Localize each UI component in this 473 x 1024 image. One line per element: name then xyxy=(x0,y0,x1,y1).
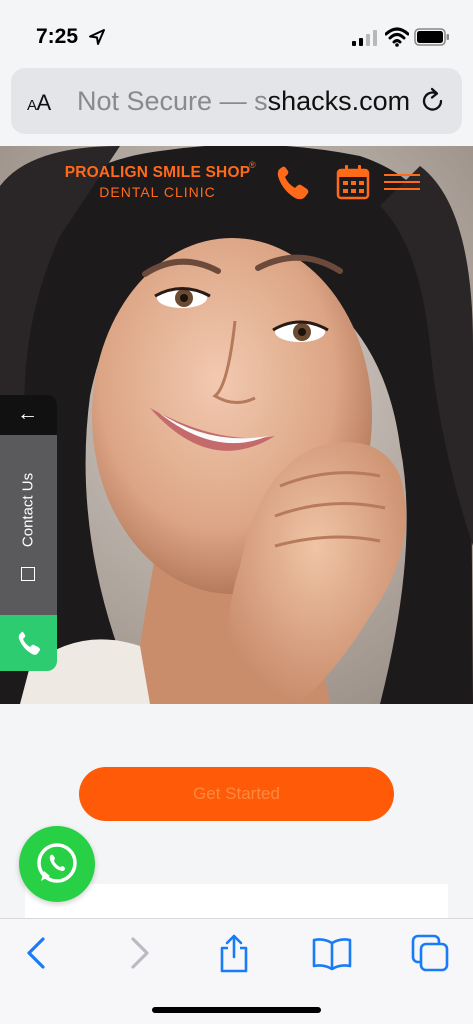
tabs-icon[interactable] xyxy=(410,933,450,973)
aa-small-label: A xyxy=(27,97,37,114)
get-started-button[interactable]: Get Started xyxy=(79,767,394,821)
url-domain: shacks.com xyxy=(267,86,411,116)
share-icon[interactable] xyxy=(214,933,254,973)
bookmarks-icon[interactable] xyxy=(312,933,352,973)
url-text[interactable]: Not Secure — sshacks.com xyxy=(77,86,410,117)
location-arrow-icon xyxy=(89,29,105,45)
collapse-tab-button[interactable]: ← xyxy=(0,395,57,435)
back-chevron-icon[interactable] xyxy=(18,933,58,973)
hero-section: PROALIGN SMILE SHOP DENTAL CLINIC ® xyxy=(0,146,473,704)
forward-chevron-icon[interactable] xyxy=(118,933,158,973)
hero-photo-woman-smiling xyxy=(0,146,473,704)
site-logo[interactable]: PROALIGN SMILE SHOP DENTAL CLINIC xyxy=(55,164,260,200)
cellular-signal-icon xyxy=(352,30,377,46)
reload-icon[interactable] xyxy=(418,86,448,116)
security-label: Not Secure — xyxy=(77,86,255,116)
home-indicator[interactable] xyxy=(152,1007,321,1013)
phone-icon xyxy=(18,631,40,655)
status-bar: 7:25 xyxy=(0,0,473,68)
brand-name: PROALIGN SMILE SHOP xyxy=(64,164,251,181)
reader-options-button[interactable]: AA xyxy=(27,90,51,116)
hamburger-menu-icon[interactable] xyxy=(384,173,420,191)
whatsapp-icon xyxy=(37,843,77,883)
status-time: 7:25 xyxy=(36,25,79,48)
whatsapp-button[interactable] xyxy=(19,826,95,902)
url-partial: s xyxy=(254,86,268,116)
call-button[interactable] xyxy=(0,615,57,671)
phone-icon[interactable] xyxy=(273,164,313,204)
calendar-icon[interactable] xyxy=(336,164,370,200)
screen: 7:25 AA Not Secure — sshacks.com PROALIG… xyxy=(0,0,473,1024)
envelope-icon xyxy=(21,567,35,581)
contact-us-button[interactable]: Contact Us xyxy=(0,435,57,615)
left-arrow-icon: ← xyxy=(17,402,38,425)
registered-mark: ® xyxy=(249,160,256,170)
contact-us-label: Contact Us xyxy=(19,472,37,548)
address-bar[interactable]: AA Not Secure — sshacks.com xyxy=(11,68,462,134)
battery-icon xyxy=(414,28,449,46)
aa-large-label: A xyxy=(36,90,52,115)
site-header: PROALIGN SMILE SHOP DENTAL CLINIC ® xyxy=(0,146,473,218)
contact-side-tab: ← Contact Us xyxy=(0,395,57,671)
brand-subtitle: DENTAL CLINIC xyxy=(99,184,216,200)
wifi-icon xyxy=(385,27,409,47)
